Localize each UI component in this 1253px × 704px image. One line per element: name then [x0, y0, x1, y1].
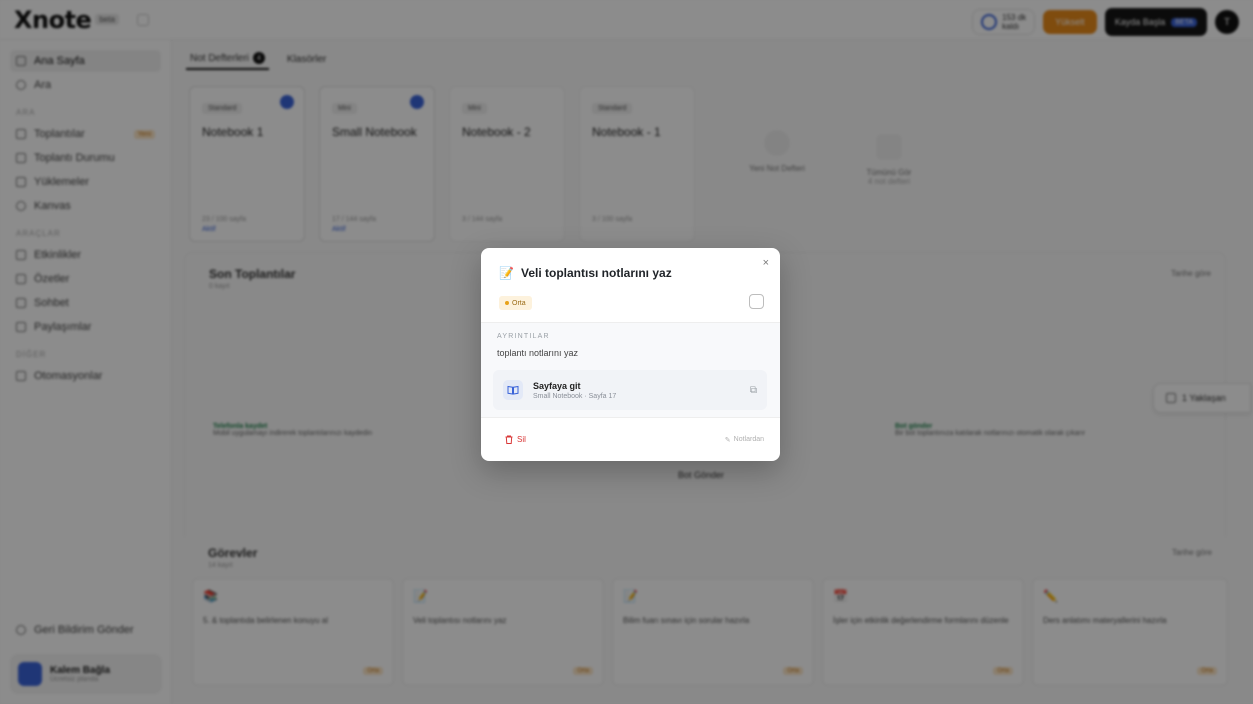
pen-icon: ✎ — [724, 436, 731, 444]
page-link-subtitle: Small Notebook · Sayfa 17 — [533, 392, 617, 400]
task-emoji: 📝 — [499, 266, 514, 280]
delete-label: Sil — [517, 435, 526, 444]
priority-badge[interactable]: Orta — [499, 296, 532, 310]
book-icon — [503, 380, 523, 400]
priority-label: Orta — [512, 299, 526, 307]
delete-button[interactable]: Sil — [505, 435, 526, 444]
go-to-page-link[interactable]: Sayfaya git Small Notebook · Sayfa 17 ⧉ — [493, 370, 767, 410]
from-notes-label: Notlardan — [733, 436, 764, 443]
details-label: AYRINTILAR — [497, 333, 550, 340]
external-link-icon: ⧉ — [749, 384, 757, 396]
modal-details: AYRINTILAR toplantı notlarını yaz Sayfay… — [481, 322, 780, 418]
complete-checkbox[interactable] — [749, 294, 764, 309]
modal-title: Veli toplantısı notlarını yaz — [521, 266, 672, 280]
trash-icon — [505, 435, 513, 444]
close-icon[interactable]: × — [763, 257, 769, 269]
modal-header: 📝 Veli toplantısı notlarını yaz — [499, 266, 672, 280]
task-detail-modal: × 📝 Veli toplantısı notlarını yaz Orta A… — [481, 248, 780, 461]
task-description: toplantı notlarını yaz — [497, 348, 579, 358]
page-link-title: Sayfaya git — [533, 380, 581, 391]
from-notes-link[interactable]: ✎ Notlardan — [725, 436, 764, 444]
priority-dot-icon — [505, 301, 509, 305]
modal-footer: Sil ✎ Notlardan — [481, 418, 780, 461]
